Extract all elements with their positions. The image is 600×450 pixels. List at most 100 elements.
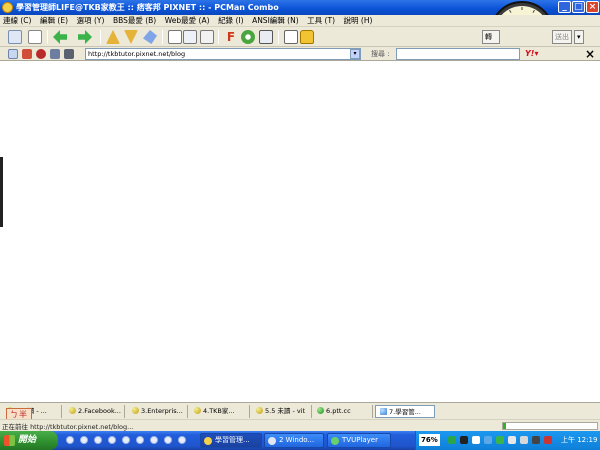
forward-icon[interactable]: [78, 30, 92, 44]
tray-icon[interactable]: [472, 436, 480, 444]
send-button[interactable]: 送出: [552, 30, 572, 44]
taskbar-button-pcman[interactable]: 學習管理...: [200, 433, 262, 448]
menu-edit[interactable]: 編輯 (E): [37, 15, 71, 27]
screen-icon[interactable]: [259, 30, 273, 44]
reconnect-icon[interactable]: [106, 30, 120, 44]
connection-tab[interactable]: 6.ptt.cc: [313, 405, 373, 418]
new-connection-icon[interactable]: [28, 30, 42, 44]
connection-tab[interactable]: 4.TKB家...: [190, 405, 250, 418]
quicklaunch-icon[interactable]: [150, 436, 158, 444]
separator: [47, 30, 48, 44]
site-list-icon[interactable]: [8, 30, 22, 44]
taskbar-button-tvuplayer[interactable]: TVUPlayer: [327, 433, 391, 448]
taskbar-clock[interactable]: 上午 12:19: [561, 435, 597, 445]
status-bar: 正在前往 http://tkbtutor.pixnet.net/blog...: [0, 419, 600, 431]
quicklaunch-icon[interactable]: [66, 436, 74, 444]
url-input[interactable]: [85, 48, 361, 60]
start-button[interactable]: 開始: [0, 431, 58, 450]
toolbar: F 轉 送出 ▾: [0, 27, 600, 47]
loading-progress: [502, 422, 598, 430]
menu-ansi-edit[interactable]: ANSI編輯 (N): [249, 15, 302, 27]
menu-history[interactable]: 紀錄 (I): [215, 15, 246, 27]
quicklaunch-icon[interactable]: [164, 436, 172, 444]
menu-connection[interactable]: 連線 (C): [0, 15, 34, 27]
app-icon: [2, 2, 13, 13]
keyboard-icon[interactable]: [284, 30, 298, 44]
url-dropdown-icon[interactable]: ▾: [350, 49, 360, 59]
task-icon: [268, 437, 276, 445]
menu-bar: 連線 (C) 編輯 (E) 選項 (Y) BBS最愛 (B) Web最愛 (A)…: [0, 15, 600, 27]
close-button[interactable]: ×: [586, 1, 599, 13]
connection-tab-active[interactable]: 7.學習管...: [375, 405, 435, 418]
task-label: 學習管理...: [215, 436, 250, 444]
favorite-icon[interactable]: [50, 49, 60, 59]
menu-options[interactable]: 選項 (Y): [74, 15, 108, 27]
tab-label: 3.Enterpris...: [141, 407, 183, 415]
connection-tab[interactable]: 3.Enterpris...: [128, 405, 188, 418]
stop-icon[interactable]: [36, 49, 46, 59]
system-tray: 76% 上午 12:19: [415, 431, 600, 450]
tray-icon[interactable]: [508, 436, 516, 444]
search-label: 搜尋 :: [371, 50, 390, 58]
copy-icon[interactable]: [168, 30, 182, 44]
separator: [218, 30, 219, 44]
tray-icon[interactable]: [520, 436, 528, 444]
tray-icon[interactable]: [532, 436, 540, 444]
refresh-icon[interactable]: [22, 49, 32, 59]
menu-help[interactable]: 說明 (H): [341, 15, 376, 27]
paste-icon[interactable]: [200, 30, 214, 44]
lock-icon[interactable]: [300, 30, 314, 44]
minimize-button[interactable]: _: [558, 1, 571, 13]
menu-tools[interactable]: 工具 (T): [304, 15, 338, 27]
tab-label: 2.Facebook...: [78, 407, 121, 415]
web-content-area[interactable]: [0, 61, 600, 402]
quicklaunch-icon[interactable]: [136, 436, 144, 444]
left-edge-strip: [0, 157, 3, 227]
search-input[interactable]: [396, 48, 520, 60]
pin-icon[interactable]: [143, 30, 157, 44]
copy-ansi-icon[interactable]: [183, 30, 197, 44]
tray-icon[interactable]: [496, 436, 504, 444]
search-engine-icon[interactable]: Y!▾: [525, 49, 538, 58]
start-label: 開始: [18, 435, 37, 445]
connection-tab-bar: 1.閱讀 - ... 2.Facebook... 3.Enterpris... …: [0, 402, 600, 419]
quicklaunch-icon[interactable]: [94, 436, 102, 444]
task-label: TVUPlayer: [342, 436, 378, 444]
battery-indicator[interactable]: 76%: [419, 434, 440, 446]
tab-icon: [69, 407, 76, 414]
separator: [278, 30, 279, 44]
quicklaunch-icon[interactable]: [80, 436, 88, 444]
maximize-button[interactable]: □: [572, 1, 585, 13]
separator: [100, 30, 101, 44]
tab-label: 4.TKB家...: [203, 407, 235, 415]
font-icon[interactable]: F: [224, 30, 238, 44]
tray-icon[interactable]: [460, 436, 468, 444]
connection-tab[interactable]: 5.5 未讀 - vit: [252, 405, 312, 418]
taskbar-button-windows[interactable]: 2 Windo...: [264, 433, 324, 448]
menu-web-favorites[interactable]: Web最愛 (A): [162, 15, 213, 27]
send-dropdown-button[interactable]: ▾: [574, 30, 584, 44]
tab-label: 7.學習管...: [389, 408, 421, 416]
close-search-icon[interactable]: ×: [585, 47, 595, 61]
print-icon[interactable]: [64, 49, 74, 59]
quicklaunch-icon[interactable]: [122, 436, 130, 444]
status-text: 正在前往 http://tkbtutor.pixnet.net/blog...: [2, 423, 134, 431]
disconnect-icon[interactable]: [124, 30, 138, 44]
tray-icon[interactable]: [448, 436, 456, 444]
settings-gear-icon[interactable]: [241, 30, 255, 44]
home-icon[interactable]: [8, 49, 18, 59]
tray-icon[interactable]: [484, 436, 492, 444]
connection-tab[interactable]: 2.Facebook...: [65, 405, 125, 418]
back-icon[interactable]: [53, 30, 67, 44]
menu-bbs-favorites[interactable]: BBS最愛 (B): [110, 15, 159, 27]
task-label: 2 Windo...: [279, 436, 315, 444]
tray-icon[interactable]: [544, 436, 552, 444]
task-icon: [204, 437, 212, 445]
separator: [162, 30, 163, 44]
quicklaunch-icon[interactable]: [178, 436, 186, 444]
tab-label: 5.5 未讀 - vit: [265, 407, 306, 415]
tab-icon: [256, 407, 263, 414]
address-bar: ▾ 搜尋 : Y!▾ ×: [0, 47, 600, 61]
quicklaunch-icon[interactable]: [108, 436, 116, 444]
convert-button[interactable]: 轉: [482, 30, 500, 44]
